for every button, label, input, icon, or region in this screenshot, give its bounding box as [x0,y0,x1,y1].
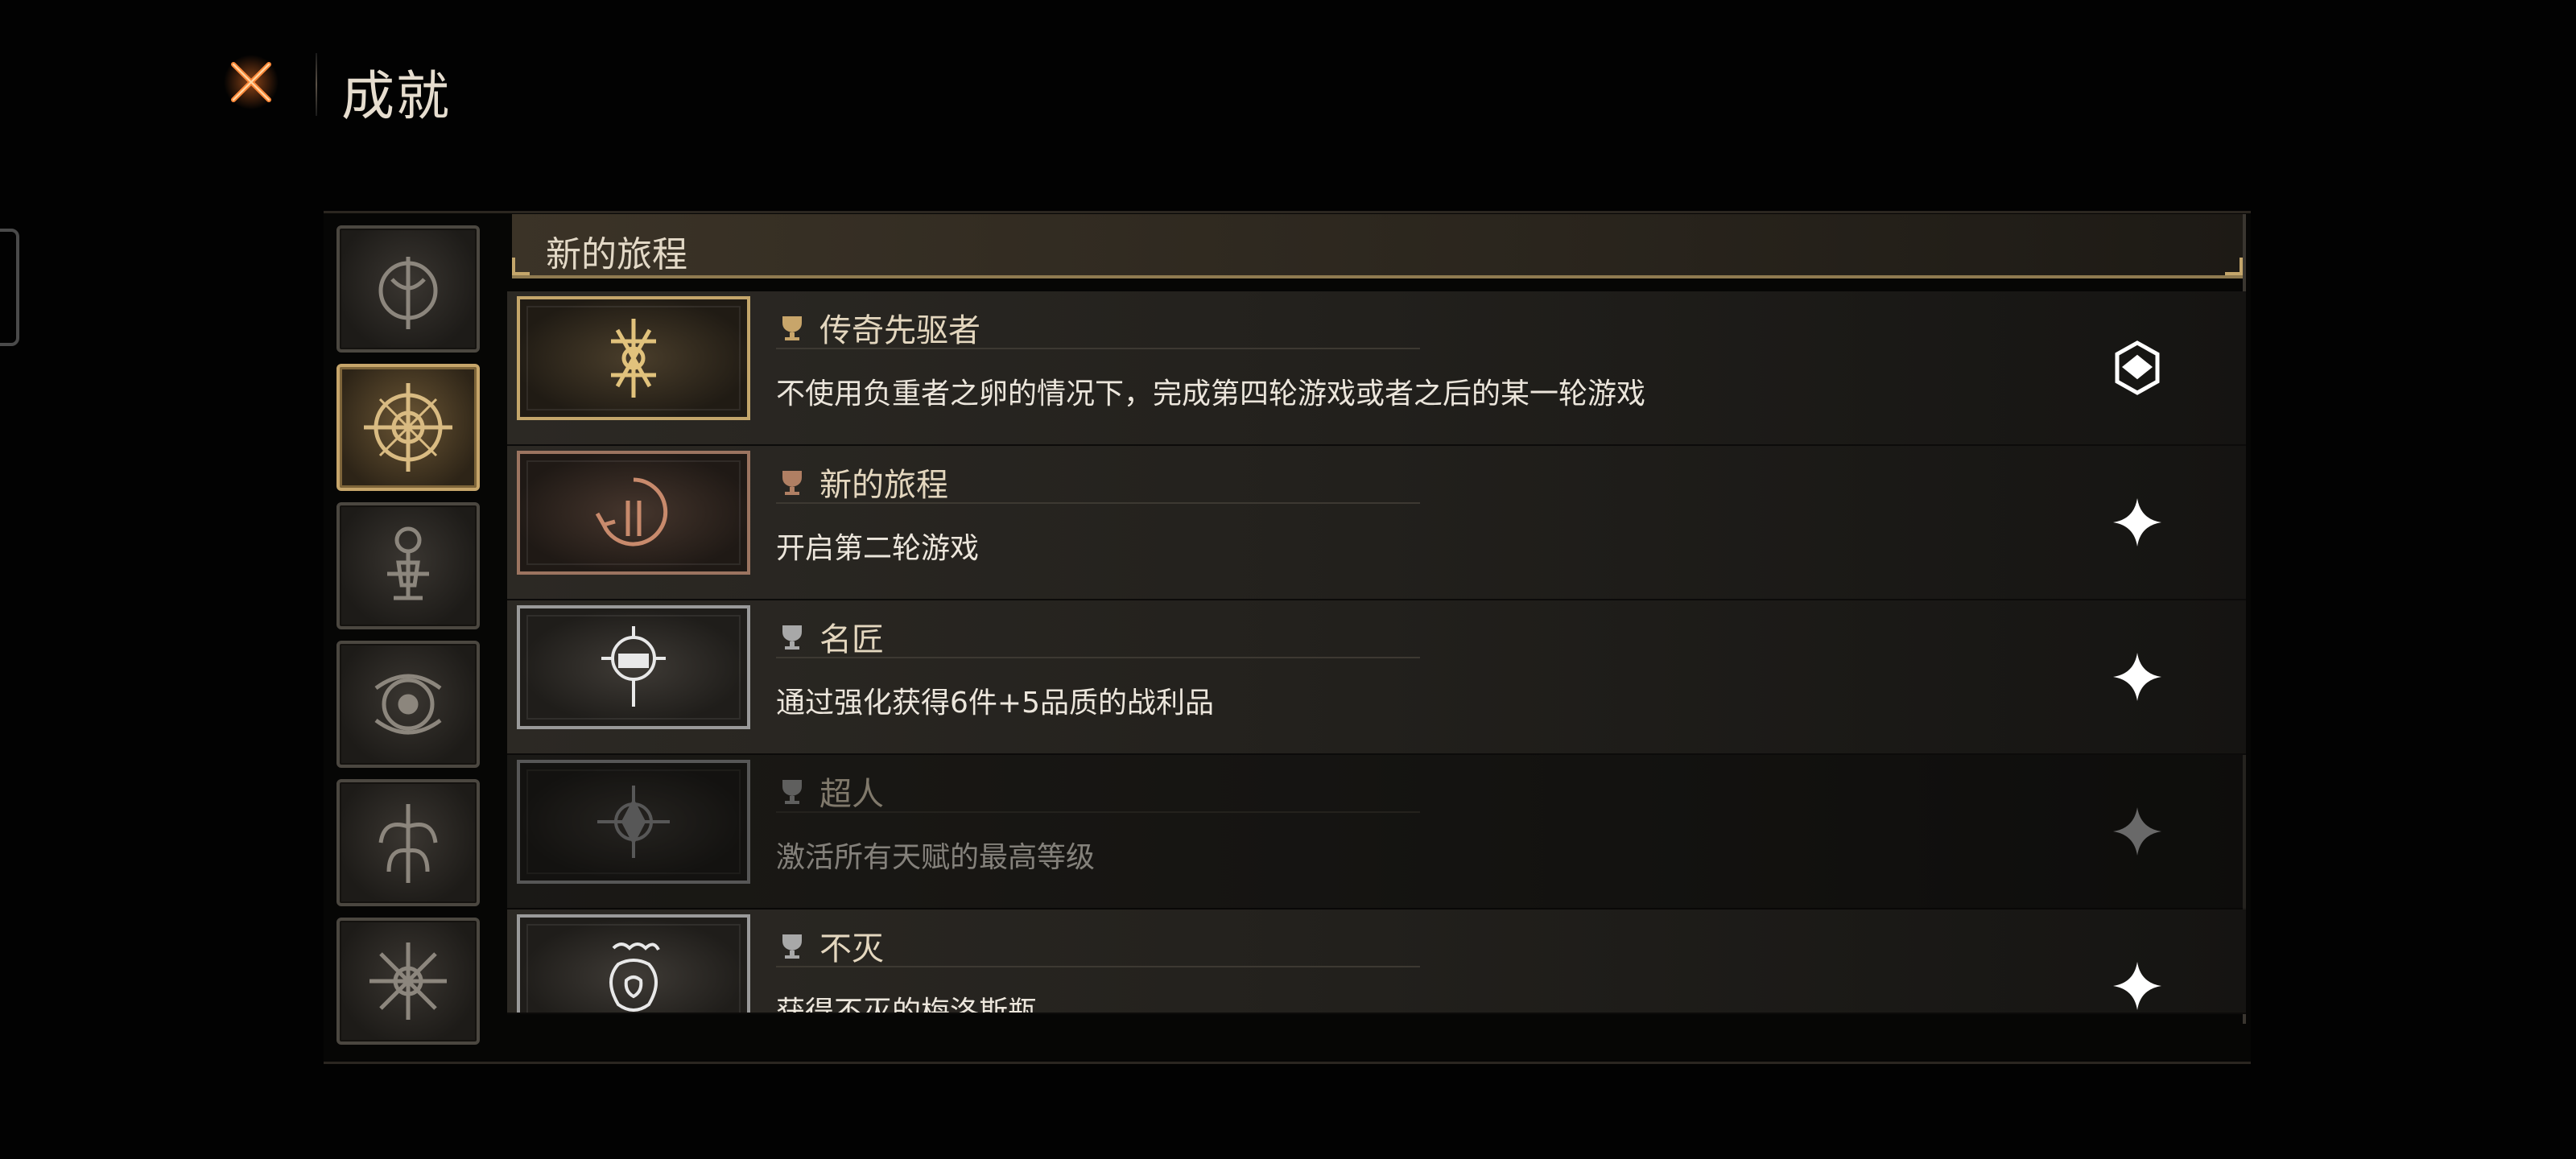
achievement-title: 超人 [776,771,1420,813]
sparkle-star-icon [2113,962,2161,1010]
achievement-row[interactable]: 名匠 通过强化获得6件+5品质的战利品 [507,600,2246,755]
achievement-list: 传奇先驱者 不使用负重者之卵的情况下，完成第四轮游戏或者之后的某一轮游戏 新的旅… [507,291,2246,1014]
sparkle-star-icon [2113,653,2161,701]
achievement-row[interactable]: 新的旅程 开启第二轮游戏 [507,446,2246,600]
achievement-description: 通过强化获得6件+5品质的战利品 [776,687,1214,720]
lantern-altar-icon [387,526,429,600]
achievement-status [2109,340,2165,396]
achievement-name: 传奇先驱者 [819,312,980,349]
side-tab-handle[interactable] [0,229,19,346]
achievement-row[interactable]: 超人 激活所有天赋的最高等级 [507,755,2246,909]
achievement-thumbnail [517,451,750,575]
achievement-thumbnail [517,605,750,729]
category-tab-2[interactable] [336,364,480,491]
trophy-icon [782,934,802,959]
achievement-status [2109,494,2165,551]
trophy-icon [782,471,802,495]
achievement-status [2109,649,2165,705]
achievement-name: 新的旅程 [819,467,948,504]
trident-emblem-icon [378,257,438,329]
sparkle-star-icon [2113,498,2161,547]
trophy-icon [782,316,802,340]
category-tab-4[interactable] [336,641,480,768]
category-tab-3[interactable] [336,502,480,629]
achievement-row[interactable]: 不灭 获得不灭的梅洛斯瓶 [507,909,2246,1014]
achievement-thumbnail [517,760,750,884]
star-rune-icon [369,942,447,1020]
compass-sigil-icon [364,383,452,472]
achievement-description: 获得不灭的梅洛斯瓶 [776,996,1038,1014]
page-title: 成就 [341,65,451,127]
achievement-description: 开启第二轮游戏 [776,532,980,565]
achievement-row[interactable]: 传奇先驱者 不使用负重者之卵的情况下，完成第四轮游戏或者之后的某一轮游戏 [507,291,2246,446]
achievement-status [2109,803,2165,860]
achievement-panel: 新的旅程 传奇先驱者 不使用负重者之卵的情况下，完成第四轮游戏或者之后的某一轮游… [507,214,2246,1024]
category-tab-6[interactable] [336,918,480,1045]
crossed-swords-close-icon [224,55,279,109]
achievements-screen: 成就 新的旅程 传奇先驱者 不使用负重者之卵的情况下，完成第四轮游戏或者之后的某… [0,0,2576,1159]
achievement-thumbnail [517,296,750,420]
category-tab-1[interactable] [336,225,480,353]
achievement-description: 不使用负重者之卵的情况下，完成第四轮游戏或者之后的某一轮游戏 [776,377,1646,410]
achievement-thumbnail [517,914,750,1013]
trophy-icon [782,780,802,804]
emblem-claimed-icon [2115,340,2160,395]
achievement-description: 激活所有天赋的最高等级 [776,841,1096,874]
achievement-name: 名匠 [819,621,884,658]
sparkle-star-icon [2113,807,2161,856]
achievement-title: 名匠 [776,617,1420,658]
category-list [336,225,481,1054]
category-tab-5[interactable] [336,779,480,906]
achievement-name: 超人 [819,776,884,813]
eye-crest-icon [374,674,442,735]
achievement-title: 传奇先驱者 [776,307,1420,349]
achievement-title: 新的旅程 [776,462,1420,504]
achievement-name: 不灭 [819,930,884,967]
achievement-status [2109,958,2165,1013]
trophy-icon [782,625,802,650]
title-divider [316,53,317,116]
achievement-title: 不灭 [776,926,1420,967]
section-header: 新的旅程 [512,214,2243,278]
tree-sigil-icon [378,804,438,883]
close-button[interactable] [219,50,283,114]
section-title: 新的旅程 [546,234,687,275]
